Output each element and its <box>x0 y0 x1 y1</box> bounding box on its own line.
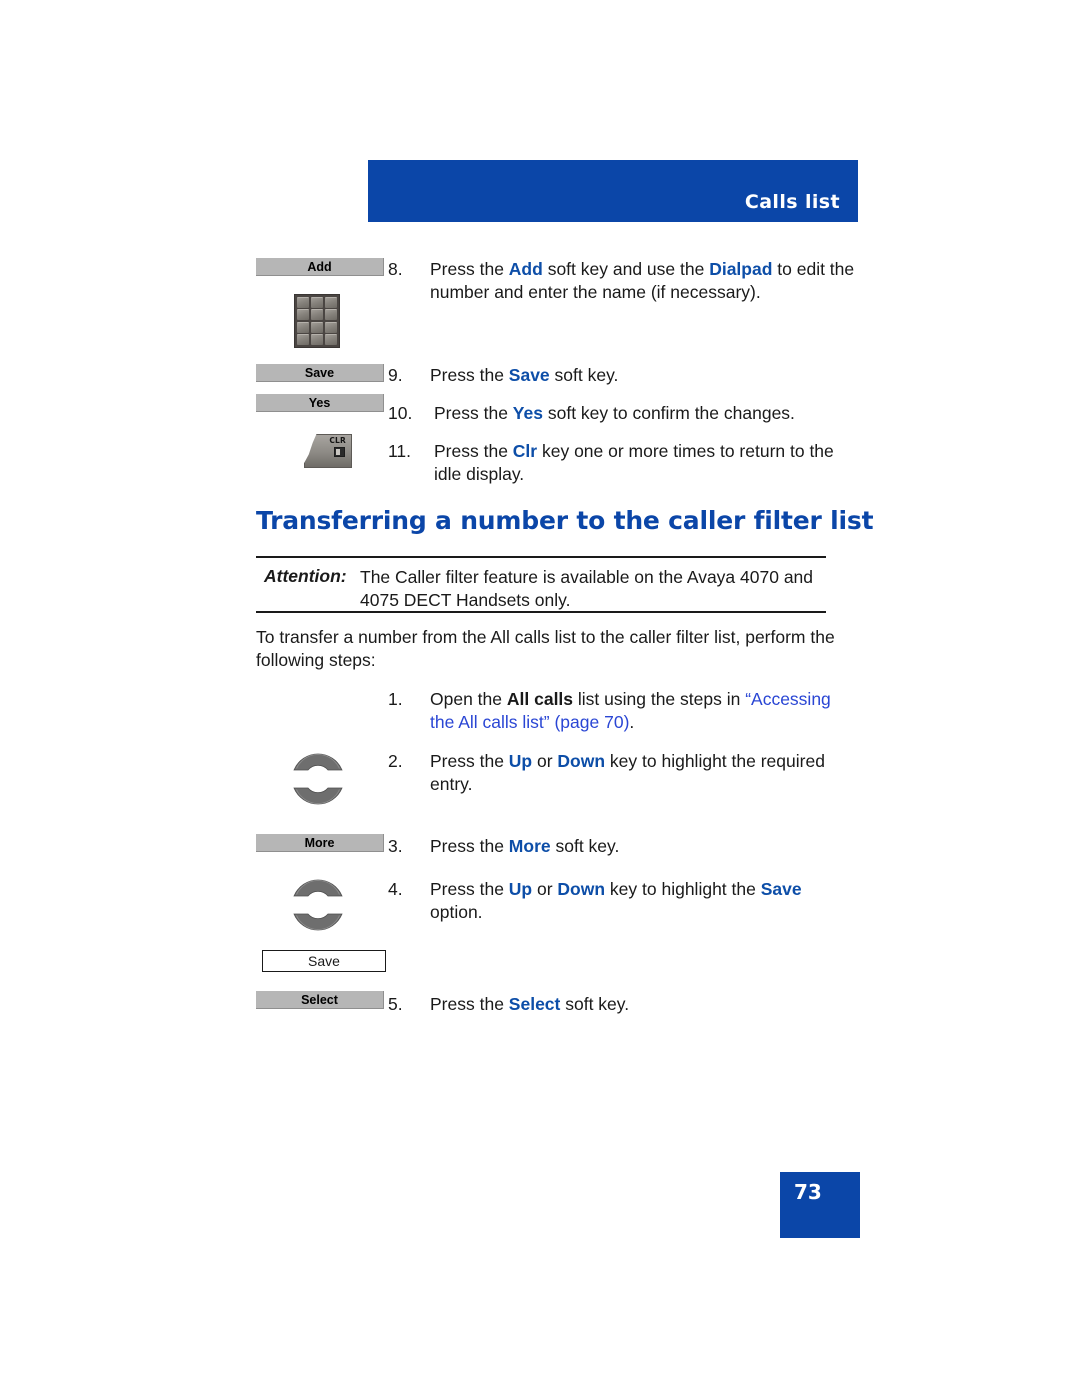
step-gutter: Yes <box>256 394 384 412</box>
step-gutter: Save <box>256 364 384 382</box>
step-gutter: More <box>256 834 384 852</box>
step-text: Press the Up or Down key to highlight th… <box>430 751 825 794</box>
clr-key-icon: CLR <box>304 434 352 468</box>
attention-rule-bottom <box>256 611 826 613</box>
step-number: 5. <box>388 994 403 1014</box>
step-gutter: Save <box>256 868 386 972</box>
dialpad-icon <box>294 294 340 348</box>
up-down-navigation-keys-icon <box>290 742 384 816</box>
softkey-yes[interactable]: Yes <box>256 394 384 412</box>
up-key-icon[interactable] <box>290 742 346 772</box>
document-page: Calls list Add 8. Press the Add soft key… <box>0 0 1080 1397</box>
step-number: 9. <box>388 365 403 385</box>
step-number: 1. <box>388 689 403 709</box>
cross-reference-link[interactable]: “Accessing the All calls list” (page 70) <box>430 689 831 732</box>
step-text: Open the All calls list using the steps … <box>430 689 831 732</box>
softkey-save[interactable]: Save <box>256 364 384 382</box>
step-number: 3. <box>388 836 403 856</box>
step-text: Press the Select soft key. <box>430 994 630 1014</box>
step-number: 11. <box>388 441 412 461</box>
step-gutter: Select <box>256 991 384 1009</box>
step-text: Press the Clr key one or more times to r… <box>434 441 834 484</box>
attention-label: Attention: <box>264 566 347 586</box>
step-text: Press the Add soft key and use the Dialp… <box>430 259 855 302</box>
step-gutter: CLR <box>256 434 384 468</box>
section-heading: Transferring a number to the caller filt… <box>256 506 874 535</box>
clr-key-label: CLR <box>329 436 346 445</box>
clr-key-glyph <box>334 447 345 457</box>
attention-text: The Caller filter feature is available o… <box>360 567 814 610</box>
down-key-icon[interactable] <box>290 912 346 942</box>
step-text: Press the Save soft key. <box>430 365 619 385</box>
step-text: Press the Up or Down key to highlight th… <box>430 879 802 922</box>
step-number: 10. <box>388 403 413 423</box>
softkey-select[interactable]: Select <box>256 991 384 1009</box>
step-number: 2. <box>388 751 403 771</box>
attention-rule-top <box>256 556 826 558</box>
up-down-navigation-keys-icon <box>290 868 384 942</box>
step-gutter: Add <box>256 258 384 348</box>
step-text: Press the More soft key. <box>430 836 620 856</box>
option-box-save[interactable]: Save <box>262 950 386 972</box>
page-number: 73 <box>794 1180 822 1204</box>
header-banner: Calls list <box>368 160 858 222</box>
page-number-box: 73 <box>780 1172 860 1238</box>
step-number: 8. <box>388 259 403 279</box>
step-gutter <box>256 742 384 816</box>
step-number: 4. <box>388 879 403 899</box>
softkey-add[interactable]: Add <box>256 258 384 276</box>
step-text: Press the Yes soft key to confirm the ch… <box>434 403 795 423</box>
down-key-icon[interactable] <box>290 786 346 816</box>
header-title: Calls list <box>744 191 840 213</box>
softkey-more[interactable]: More <box>256 834 384 852</box>
up-key-icon[interactable] <box>290 868 346 898</box>
intro-paragraph: To transfer a number from the All calls … <box>256 627 835 670</box>
